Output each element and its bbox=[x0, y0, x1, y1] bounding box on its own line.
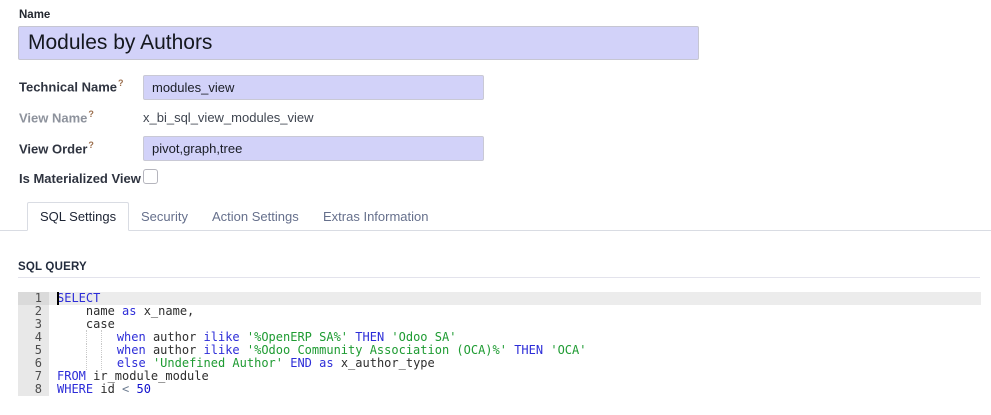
code-token-kw: THEN bbox=[514, 343, 543, 357]
is-materialized-view-label: Is Materialized View bbox=[19, 171, 141, 186]
tab-extras-information[interactable]: Extras Information bbox=[311, 202, 441, 231]
code-token-ig bbox=[101, 356, 116, 370]
code-token-pl: ir_module_module bbox=[86, 369, 209, 383]
code-token-pl: name bbox=[86, 304, 122, 318]
line-number: 4 bbox=[18, 331, 49, 344]
sql-query-divider bbox=[18, 277, 980, 278]
code-token-kw: THEN bbox=[355, 330, 384, 344]
code-token-ig bbox=[86, 330, 101, 344]
help-icon: ? bbox=[118, 78, 124, 88]
view-order-label: View Order? bbox=[19, 140, 94, 156]
code-token-pl bbox=[240, 343, 247, 357]
code-token-pl: id bbox=[93, 382, 122, 396]
code-token-str: '%Odoo Community Association (OCA)%' bbox=[247, 343, 507, 357]
code-line-content: name as x_name, bbox=[49, 305, 981, 318]
line-number: 7 bbox=[18, 370, 49, 383]
code-token-ig bbox=[101, 343, 116, 357]
technical-name-label-text: Technical Name bbox=[19, 79, 117, 94]
code-token-kw: ilike bbox=[204, 330, 240, 344]
code-line-content: WHERE id < 50 bbox=[49, 383, 981, 396]
code-token-pl bbox=[129, 382, 136, 396]
help-icon: ? bbox=[88, 140, 94, 150]
tab-security[interactable]: Security bbox=[129, 202, 200, 231]
view-name-value: x_bi_sql_view_modules_view bbox=[143, 110, 314, 125]
code-token-num: 50 bbox=[137, 382, 151, 396]
code-token-str: 'OCA' bbox=[550, 343, 586, 357]
code-line-content: FROM ir_module_module bbox=[49, 370, 981, 383]
code-token-ig bbox=[101, 330, 116, 344]
bi-sql-view-form: Name Technical Name? View Name? x_bi_sql… bbox=[0, 0, 991, 415]
code-token-sp bbox=[57, 304, 86, 318]
code-token-kw: as bbox=[319, 356, 333, 370]
code-token-sp bbox=[57, 356, 86, 370]
code-token-str: 'Odoo SA' bbox=[391, 330, 456, 344]
code-token-str: 'Undefined Author' bbox=[153, 356, 283, 370]
code-token-kw: ilike bbox=[204, 343, 240, 357]
sql-code-editor[interactable]: 1SELECT2 name as x_name,3 case4 when aut… bbox=[18, 292, 981, 415]
code-token-kw: when bbox=[117, 330, 146, 344]
view-order-label-text: View Order bbox=[19, 141, 87, 156]
code-token-kw: when bbox=[117, 343, 146, 357]
code-token-sp bbox=[57, 330, 86, 344]
code-token-kw: SELECT bbox=[57, 291, 100, 305]
technical-name-label: Technical Name? bbox=[19, 78, 124, 94]
code-token-kw: FROM bbox=[57, 369, 86, 383]
code-token-pl bbox=[240, 330, 247, 344]
view-name-label-text: View Name bbox=[19, 110, 87, 125]
is-materialized-view-label-text: Is Materialized View bbox=[19, 171, 141, 186]
code-line: 2 name as x_name, bbox=[18, 305, 981, 318]
name-field-label: Name bbox=[19, 9, 50, 21]
notebook-tabs: SQL SettingsSecurityAction SettingsExtra… bbox=[0, 202, 991, 231]
code-token-kw: WHERE bbox=[57, 382, 93, 396]
code-token-str: '%OpenERP SA%' bbox=[247, 330, 348, 344]
code-token-ig bbox=[86, 356, 101, 370]
code-token-ig bbox=[86, 343, 101, 357]
line-number: 2 bbox=[18, 305, 49, 318]
code-line: 8WHERE id < 50 bbox=[18, 383, 981, 396]
code-token-sp bbox=[57, 343, 86, 357]
help-icon: ? bbox=[88, 109, 94, 119]
code-token-kw: else bbox=[117, 356, 146, 370]
line-number: 6 bbox=[18, 357, 49, 370]
code-token-pl: case bbox=[86, 317, 115, 331]
tab-action-settings[interactable]: Action Settings bbox=[200, 202, 311, 231]
line-number: 8 bbox=[18, 383, 49, 396]
view-name-label: View Name? bbox=[19, 109, 94, 125]
code-token-sp bbox=[57, 317, 86, 331]
line-number: 3 bbox=[18, 318, 49, 331]
name-input[interactable] bbox=[18, 26, 699, 60]
sql-query-section-title: SQL QUERY bbox=[18, 261, 87, 273]
code-token-kw: as bbox=[122, 304, 136, 318]
view-order-input[interactable] bbox=[143, 136, 484, 161]
code-token-kw: END bbox=[290, 356, 312, 370]
technical-name-input[interactable] bbox=[143, 75, 484, 100]
code-token-pl: x_author_type bbox=[334, 356, 435, 370]
code-token-pl: author bbox=[146, 330, 204, 344]
code-line: 7FROM ir_module_module bbox=[18, 370, 981, 383]
code-token-pl: author bbox=[146, 343, 204, 357]
code-token-pl bbox=[146, 356, 153, 370]
line-number: 1 bbox=[18, 292, 49, 305]
tab-sql-settings[interactable]: SQL Settings bbox=[27, 202, 129, 231]
code-token-pl: x_name, bbox=[136, 304, 194, 318]
line-number: 5 bbox=[18, 344, 49, 357]
is-materialized-view-checkbox[interactable] bbox=[143, 169, 158, 184]
